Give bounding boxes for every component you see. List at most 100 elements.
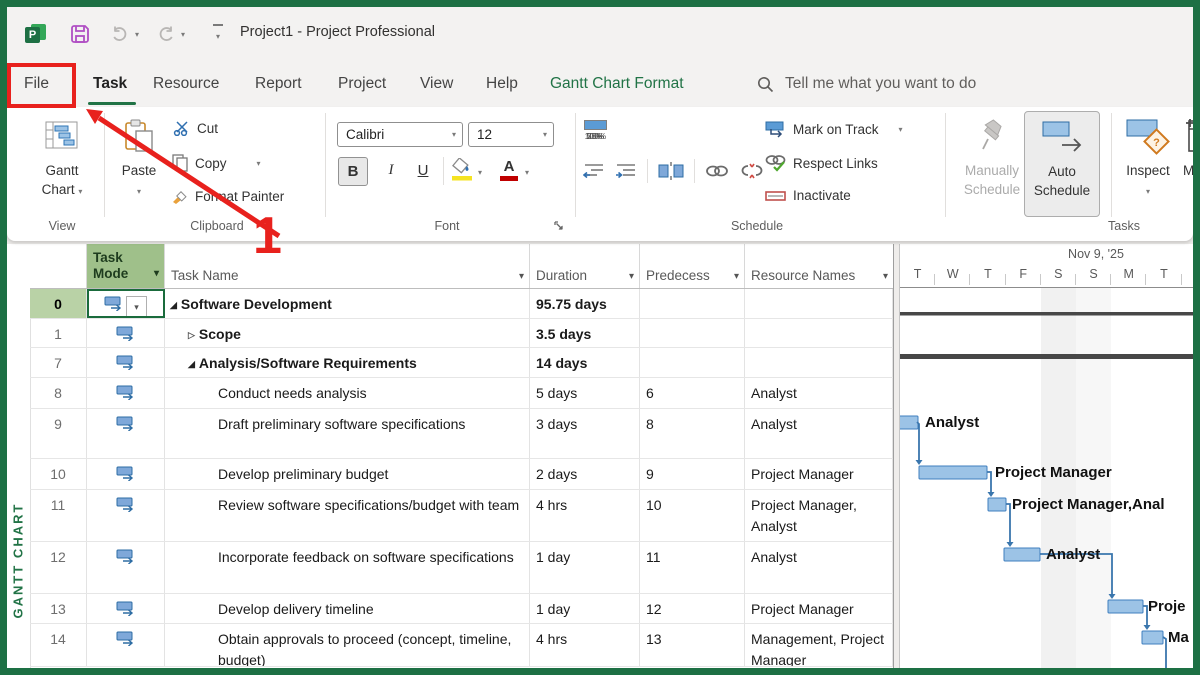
outdent-task-icon[interactable] [583, 162, 605, 180]
inspect-button[interactable]: ? Inspect ▾ [1115, 111, 1181, 221]
resource-names-cell[interactable]: Project Manager, Analyst [745, 490, 893, 541]
column-header-predecessors[interactable]: Predecess▾ [640, 244, 745, 288]
row-number[interactable]: 10 [30, 459, 87, 489]
tell-me-search-input[interactable]: Tell me what you want to do [785, 60, 976, 107]
duration-cell[interactable]: 1 day [530, 594, 640, 623]
tab-help[interactable]: Help [484, 60, 520, 107]
redo-dropdown-icon[interactable]: ▾ [177, 21, 189, 47]
task-mode-cell[interactable] [87, 542, 165, 593]
resource-names-cell[interactable] [745, 319, 893, 347]
font-color-button[interactable]: A [500, 158, 518, 181]
predecessors-cell[interactable] [640, 348, 745, 377]
duration-cell[interactable]: 1 day [530, 542, 640, 593]
duration-cell[interactable]: 3 days [530, 409, 640, 458]
paste-button[interactable]: Paste ▾ [107, 111, 171, 221]
task-mode-cell[interactable] [87, 594, 165, 623]
duration-cell[interactable]: 5 days [530, 378, 640, 408]
bold-button[interactable]: B [338, 157, 368, 186]
duration-cell[interactable]: 14 days [530, 348, 640, 377]
background-color-button[interactable] [451, 158, 473, 188]
manually-schedule-button[interactable]: Manually Schedule [949, 111, 1035, 221]
resource-names-cell[interactable]: Analyst [745, 542, 893, 593]
task-mode-cell[interactable] [87, 409, 165, 458]
split-task-icon[interactable] [658, 161, 684, 181]
column-header-task-name[interactable]: Task Name▾ [165, 244, 530, 288]
predecessors-cell[interactable]: 8 [640, 409, 745, 458]
task-mode-cell[interactable] [87, 624, 165, 666]
column-header-task-mode[interactable]: Task Mode▾ [87, 244, 165, 288]
row-number[interactable]: 12 [30, 542, 87, 593]
task-mode-cell[interactable] [87, 490, 165, 541]
column-header-resource-names[interactable]: Resource Names▾ [745, 244, 893, 288]
percent-complete-100%[interactable]: 100% [580, 117, 611, 147]
task-mode-cell[interactable] [87, 378, 165, 408]
collapse-icon[interactable]: ◢ [188, 359, 195, 369]
task-bar[interactable] [1108, 600, 1143, 613]
active-view-bar[interactable]: GANTT CHART [7, 244, 31, 668]
row-number[interactable]: 1 [30, 319, 87, 347]
timescale-header[interactable]: Nov 9, '25 TWTFSSMTW [900, 244, 1193, 288]
task-name-cell[interactable]: Obtain approvals to proceed (concept, ti… [165, 624, 530, 666]
resource-names-cell[interactable] [745, 289, 893, 318]
gantt-chart-view-button[interactable]: Gantt Chart ▾ [26, 111, 98, 221]
select-all-corner[interactable] [30, 244, 87, 288]
task-mode-dropdown[interactable]: ▾ [126, 296, 147, 318]
auto-schedule-button[interactable]: Auto Schedule [1024, 111, 1100, 217]
font-name-combo[interactable]: Calibri▾ [337, 122, 463, 147]
underline-button[interactable]: U [409, 157, 437, 184]
link-tasks-icon[interactable] [705, 163, 729, 179]
undo-button[interactable] [107, 21, 133, 47]
resource-names-cell[interactable] [745, 348, 893, 377]
predecessors-cell[interactable] [640, 289, 745, 318]
tab-resource[interactable]: Resource [151, 60, 221, 107]
task-name-cell[interactable]: Draft preliminary software specification… [165, 409, 530, 458]
collapse-icon[interactable]: ◢ [170, 300, 177, 310]
task-bar[interactable] [1142, 631, 1163, 644]
predecessors-cell[interactable]: 10 [640, 490, 745, 541]
copy-button[interactable]: Copy ▾ [171, 154, 261, 172]
background-color-dropdown-icon[interactable]: ▾ [478, 168, 482, 177]
font-size-combo[interactable]: 12▾ [468, 122, 554, 147]
task-name-cell[interactable]: Develop delivery timeline [165, 594, 530, 623]
predecessors-cell[interactable]: 6 [640, 378, 745, 408]
expand-icon[interactable]: ▷ [188, 330, 195, 340]
resource-names-cell[interactable]: Project Manager [745, 459, 893, 489]
task-name-cell[interactable]: Conduct needs analysis [165, 378, 530, 408]
task-mode-cell[interactable] [87, 319, 165, 347]
predecessors-cell[interactable]: 9 [640, 459, 745, 489]
tab-gantt-chart-format[interactable]: Gantt Chart Format [548, 60, 686, 107]
task-bar[interactable] [900, 416, 918, 429]
font-color-dropdown-icon[interactable]: ▾ [525, 168, 529, 177]
task-name-cell[interactable]: Develop preliminary budget [165, 459, 530, 489]
predecessors-cell[interactable]: 11 [640, 542, 745, 593]
undo-dropdown-icon[interactable]: ▾ [131, 21, 143, 47]
row-number[interactable]: 11 [30, 490, 87, 541]
resource-names-cell[interactable]: Management, Project Manager [745, 624, 893, 666]
indent-task-icon[interactable] [615, 162, 637, 180]
task-bar[interactable] [919, 466, 987, 479]
tab-file[interactable]: File [22, 60, 51, 107]
duration-cell[interactable]: 95.75 days [530, 289, 640, 318]
task-name-cell[interactable]: ◢Analysis/Software Requirements [165, 348, 530, 377]
task-bar[interactable] [1004, 548, 1040, 561]
unlink-tasks-icon[interactable] [739, 162, 765, 180]
tab-task[interactable]: Task [91, 60, 129, 107]
inactivate-button[interactable]: Inactivate [765, 188, 851, 203]
predecessors-cell[interactable]: 13 [640, 624, 745, 666]
duration-cell[interactable]: 4 hrs [530, 490, 640, 541]
italic-button[interactable]: I [377, 157, 405, 184]
save-button[interactable] [67, 21, 93, 47]
tab-report[interactable]: Report [253, 60, 304, 107]
resource-names-cell[interactable]: Analyst [745, 378, 893, 408]
move-button[interactable]: M [1179, 111, 1200, 221]
row-number[interactable]: 7 [30, 348, 87, 377]
row-number[interactable]: 9 [30, 409, 87, 458]
row-number[interactable]: 0 [30, 289, 87, 318]
grid-chart-splitter[interactable] [893, 244, 900, 668]
tab-project[interactable]: Project [336, 60, 388, 107]
cut-button[interactable]: Cut [173, 120, 218, 136]
quick-access-customize-icon[interactable]: ▾ [205, 21, 231, 47]
task-mode-cell[interactable] [87, 348, 165, 377]
duration-cell[interactable]: 2 days [530, 459, 640, 489]
tab-view[interactable]: View [418, 60, 455, 107]
